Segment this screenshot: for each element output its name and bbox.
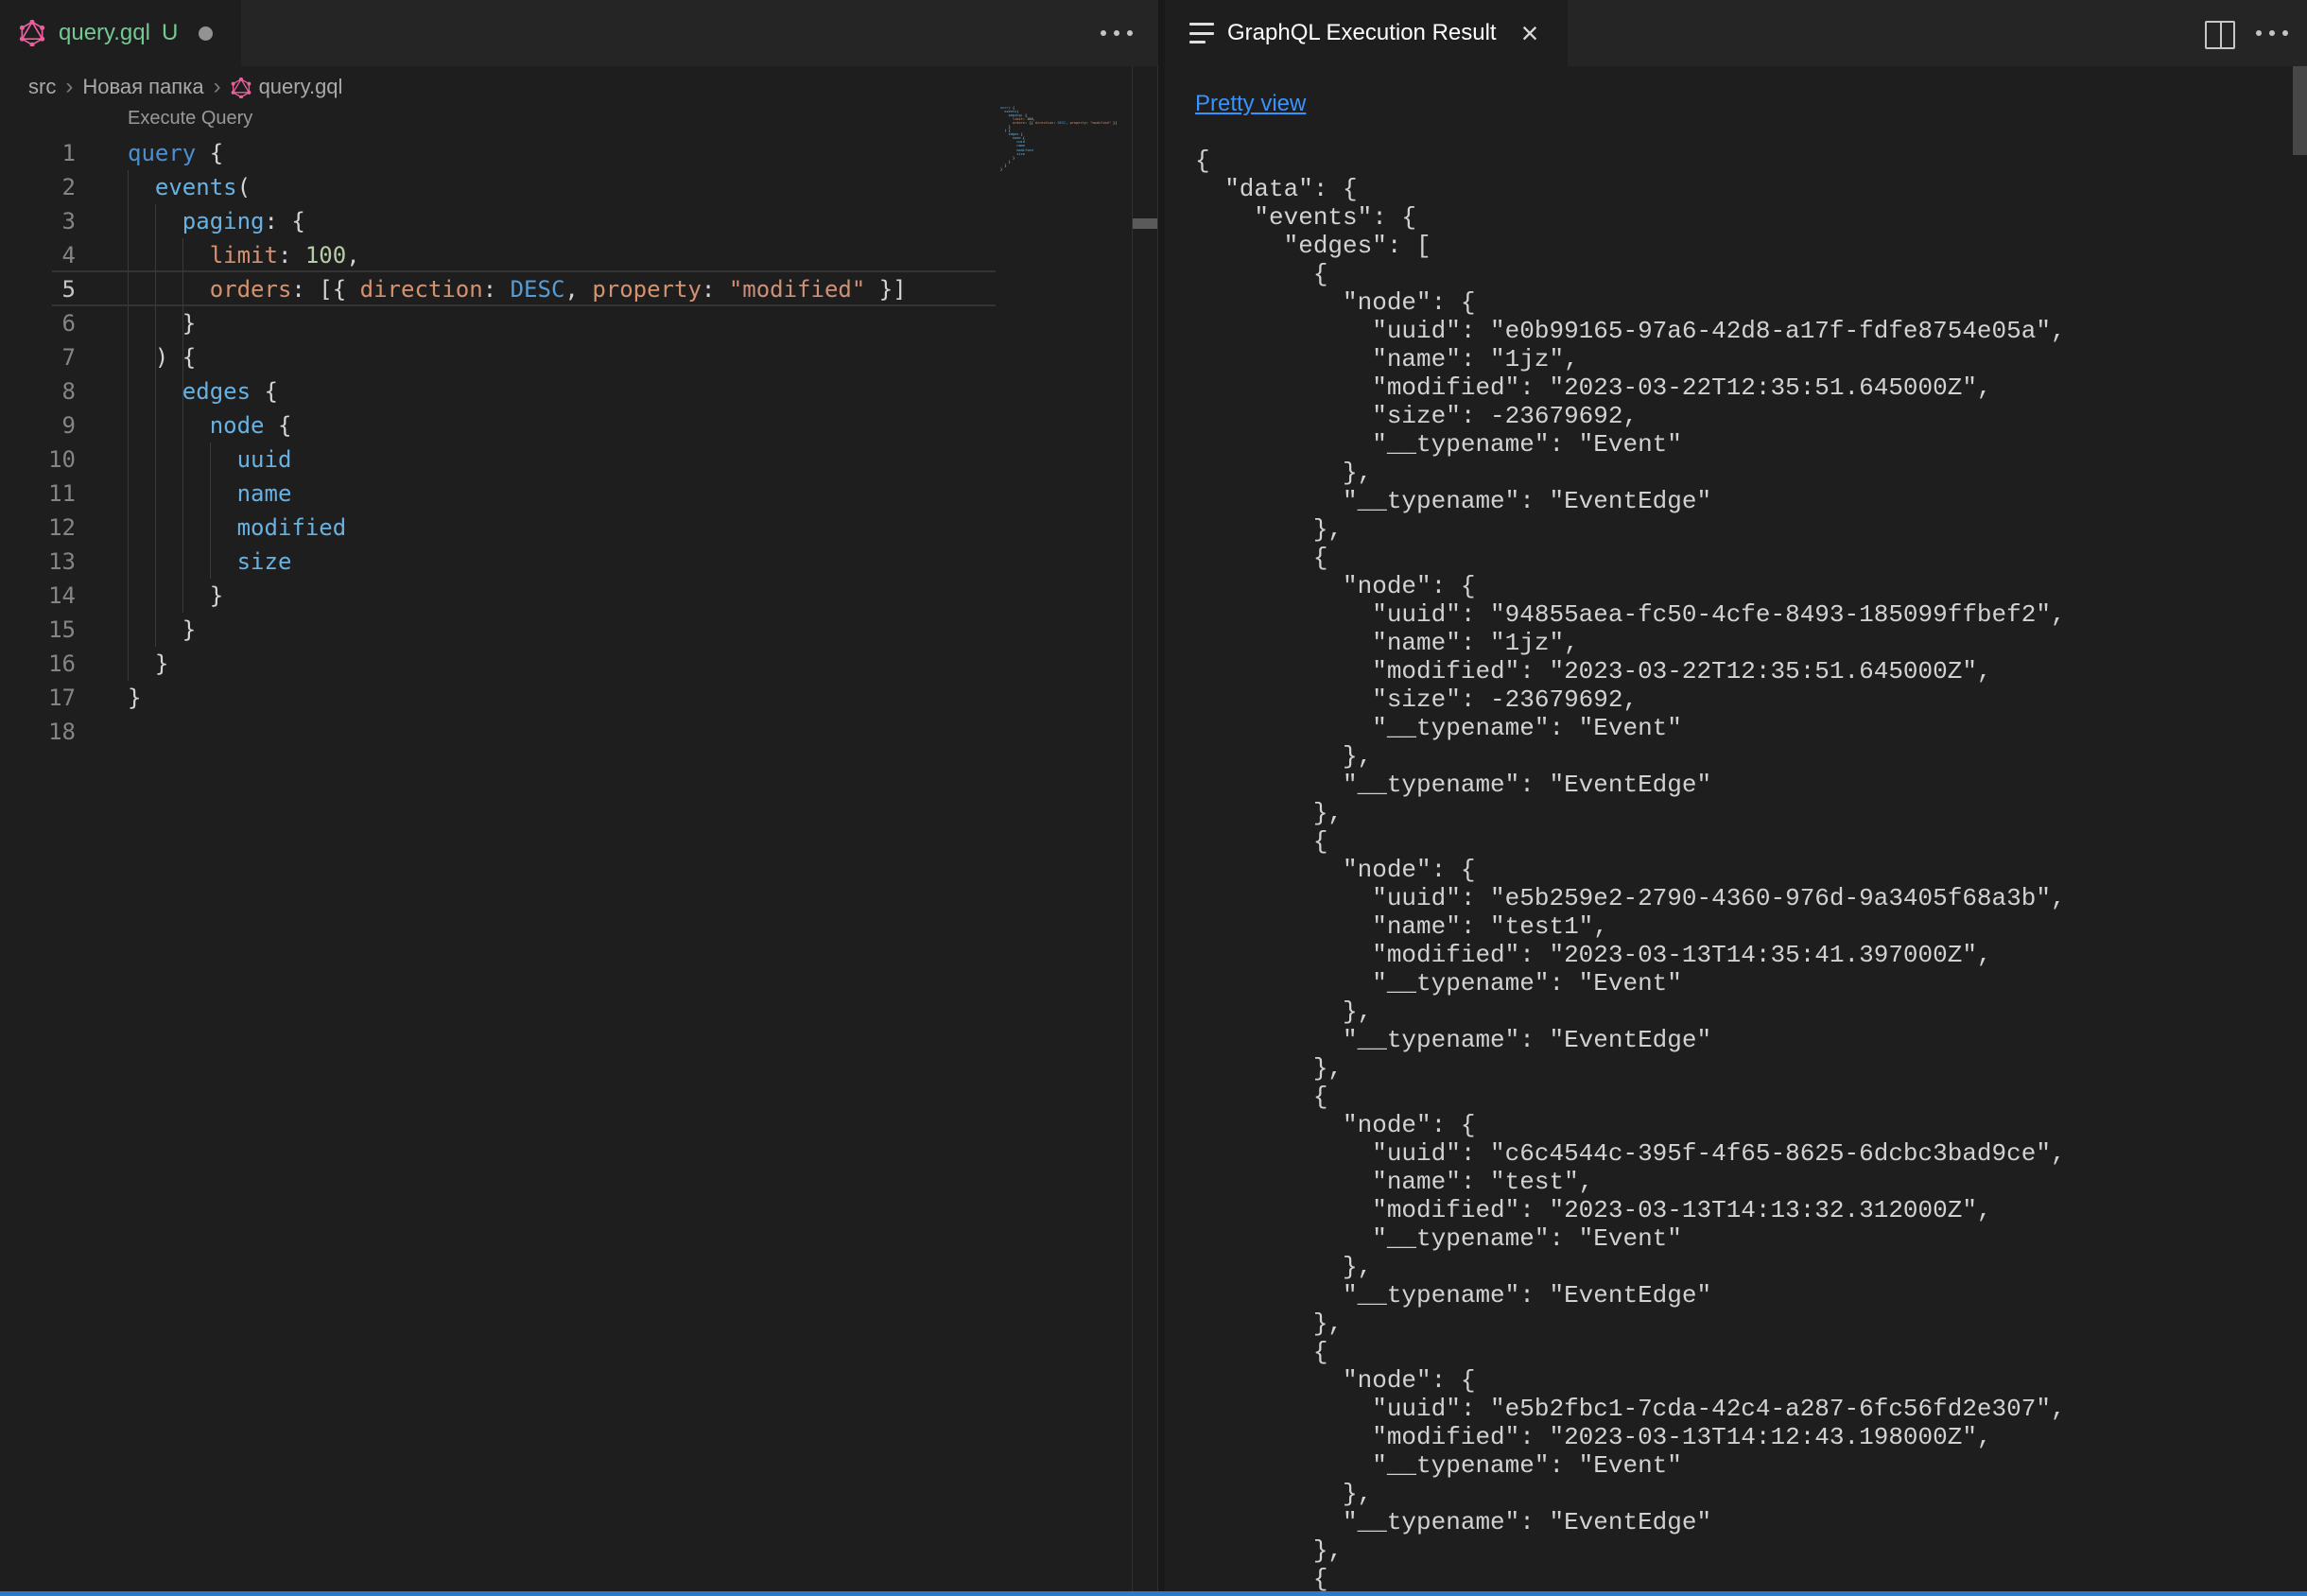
- tab-graphql-execution-result[interactable]: GraphQL Execution Result ×: [1165, 0, 1568, 66]
- code-editor[interactable]: Execute Query 12345678910111213141516171…: [0, 0, 1131, 1591]
- line-number[interactable]: 8: [0, 374, 76, 408]
- line-number[interactable]: 10: [0, 442, 76, 477]
- code-line[interactable]: orders: [{ direction: DESC, property: "m…: [128, 272, 907, 306]
- line-number[interactable]: 18: [0, 715, 76, 749]
- line-number[interactable]: 5: [0, 272, 76, 306]
- code-line[interactable]: paging: {: [128, 204, 305, 238]
- code-line[interactable]: }: [128, 681, 141, 715]
- line-number[interactable]: 13: [0, 545, 76, 579]
- split-editor-icon[interactable]: [2205, 21, 2235, 49]
- more-actions-icon[interactable]: [2252, 30, 2292, 36]
- pretty-view-link[interactable]: Pretty view: [1195, 91, 1306, 117]
- left-editor-scrollbar[interactable]: [1132, 66, 1158, 1591]
- line-number[interactable]: 16: [0, 647, 76, 681]
- code-line[interactable]: }: [128, 613, 196, 647]
- scrollbar-thumb[interactable]: [1133, 218, 1157, 229]
- bottom-accent-bar: [0, 1591, 2307, 1596]
- code-line[interactable]: edges {: [128, 374, 278, 408]
- editor-group-left: query.gql U src › Новая папка › query.gq…: [0, 0, 1164, 1591]
- line-number[interactable]: 6: [0, 306, 76, 340]
- minimap-content: query { events( paging: { limit: 100, or…: [1000, 106, 1123, 171]
- code-line[interactable]: query {: [128, 136, 223, 170]
- tab-label: GraphQL Execution Result: [1227, 20, 1497, 46]
- line-number[interactable]: 3: [0, 204, 76, 238]
- code-line[interactable]: modified: [128, 511, 346, 545]
- execute-query-codelens[interactable]: Execute Query: [128, 108, 252, 130]
- line-number[interactable]: 11: [0, 477, 76, 511]
- code-line[interactable]: name: [128, 477, 291, 511]
- execution-result-json: { "data": { "events": { "edges": [ { "no…: [1195, 147, 2292, 1591]
- line-number[interactable]: 2: [0, 170, 76, 204]
- right-panel-scrollbar-thumb[interactable]: [2293, 66, 2307, 155]
- editor-group-sash[interactable]: [1158, 0, 1165, 1591]
- code-line[interactable]: uuid: [128, 442, 291, 477]
- minimap[interactable]: query { events( paging: { limit: 100, or…: [1000, 106, 1123, 178]
- code-line[interactable]: node {: [128, 408, 291, 442]
- code-line[interactable]: }: [128, 306, 196, 340]
- line-number[interactable]: 15: [0, 613, 76, 647]
- code-line[interactable]: }: [128, 579, 223, 613]
- right-tab-bar: GraphQL Execution Result ×: [1165, 0, 2307, 66]
- code-line[interactable]: }: [128, 647, 168, 681]
- line-number[interactable]: 1: [0, 136, 76, 170]
- code-line[interactable]: limit: 100,: [128, 238, 360, 272]
- line-number[interactable]: 17: [0, 681, 76, 715]
- close-icon[interactable]: ×: [1521, 18, 1539, 48]
- line-number[interactable]: 7: [0, 340, 76, 374]
- code-line[interactable]: ) {: [128, 340, 196, 374]
- preview-list-icon: [1189, 23, 1214, 43]
- code-line[interactable]: events(: [128, 170, 251, 204]
- line-number[interactable]: 12: [0, 511, 76, 545]
- vscode-window: query.gql U src › Новая папка › query.gq…: [0, 0, 2307, 1596]
- line-number[interactable]: 4: [0, 238, 76, 272]
- line-number[interactable]: 9: [0, 408, 76, 442]
- code-line[interactable]: size: [128, 545, 291, 579]
- editor-group-right: GraphQL Execution Result × Pretty view {…: [1165, 0, 2307, 1591]
- line-number[interactable]: 14: [0, 579, 76, 613]
